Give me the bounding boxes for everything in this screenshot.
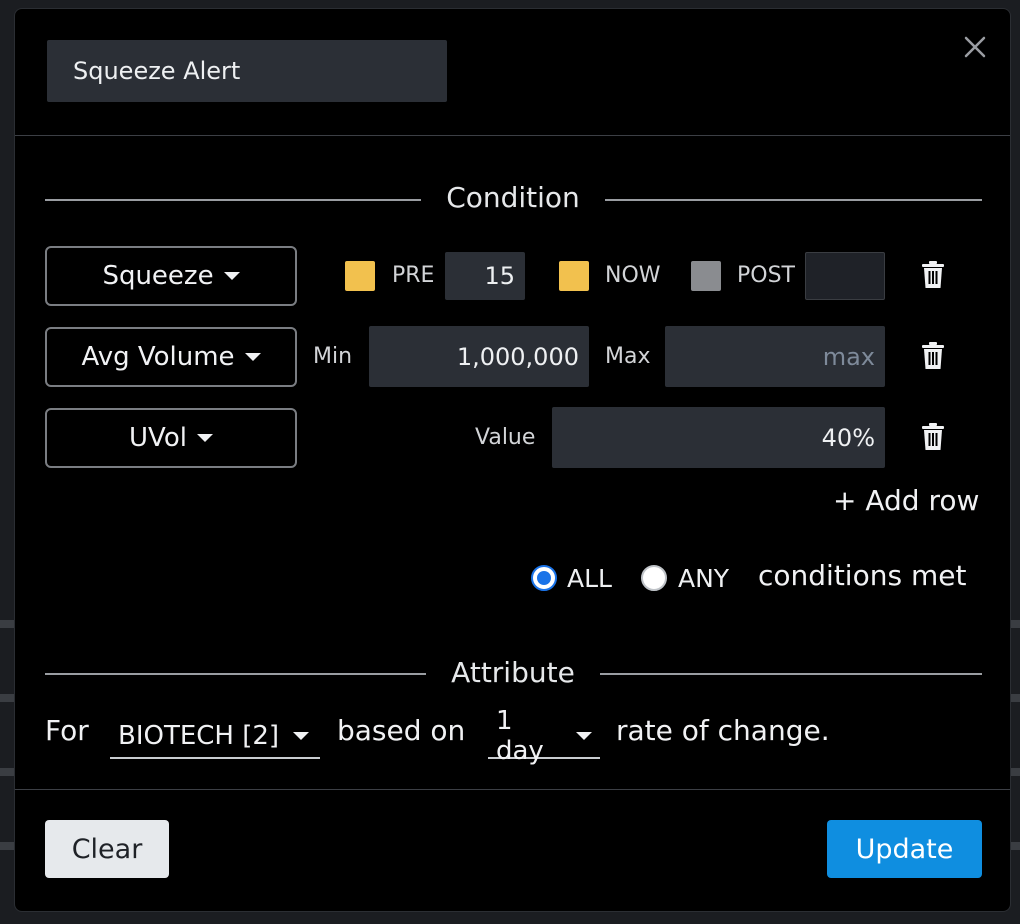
close-icon <box>964 36 986 58</box>
caret-down-icon <box>293 732 310 740</box>
backdrop-stripe <box>1011 842 1020 850</box>
section-rule <box>605 199 982 201</box>
condition-type-dropdown[interactable]: Avg Volume <box>45 327 297 387</box>
match-all-radio[interactable] <box>531 565 557 591</box>
caret-down-icon <box>244 353 261 361</box>
min-label: Min <box>313 344 353 369</box>
section-rule <box>600 673 982 675</box>
delete-row-icon[interactable] <box>921 261 945 289</box>
alert-modal: Condition Squeeze PRE NOW POST Avg Volum… <box>14 8 1011 912</box>
post-label: POST <box>737 263 795 288</box>
dropdown-label: UVol <box>129 423 187 453</box>
header-divider <box>15 135 1010 136</box>
backdrop-stripe <box>1011 694 1020 702</box>
match-all-label: ALL <box>567 564 612 593</box>
backdrop-stripe <box>1011 768 1020 776</box>
backdrop-stripe <box>0 620 14 628</box>
alert-name-input[interactable] <box>47 40 447 102</box>
section-rule <box>45 199 421 201</box>
match-any-label: ANY <box>678 564 730 593</box>
match-any-radio[interactable] <box>641 565 667 591</box>
attribute-suffix: rate of change. <box>616 714 830 747</box>
group-value: BIOTECH [2] <box>118 721 280 751</box>
caret-down-icon <box>196 434 213 442</box>
caret-down-icon <box>223 272 240 280</box>
attribute-prefix: For <box>45 714 89 747</box>
dropdown-label: Avg Volume <box>81 342 235 372</box>
section-rule <box>45 673 426 675</box>
group-dropdown[interactable]: BIOTECH [2] <box>110 715 320 759</box>
pre-label: PRE <box>392 263 435 288</box>
delete-row-icon[interactable] <box>921 423 945 451</box>
period-dropdown[interactable]: 1 day <box>488 706 600 766</box>
now-color-swatch[interactable] <box>559 261 589 291</box>
update-button[interactable]: Update <box>827 820 982 878</box>
pre-color-swatch[interactable] <box>345 261 375 291</box>
period-value: 1 day <box>496 706 544 766</box>
pre-input[interactable] <box>445 252 525 300</box>
now-label: NOW <box>605 263 661 288</box>
value-label: Value <box>475 425 536 450</box>
clear-button[interactable]: Clear <box>45 820 169 878</box>
attribute-middle: based on <box>337 714 466 747</box>
backdrop-stripe <box>1011 620 1020 628</box>
max-label: Max <box>605 344 651 369</box>
backdrop-stripe <box>0 842 14 850</box>
attribute-heading: Attribute <box>451 656 575 689</box>
add-row-button[interactable]: + Add row <box>833 484 979 517</box>
footer-divider <box>15 789 1010 790</box>
delete-row-icon[interactable] <box>921 342 945 370</box>
close-button[interactable] <box>959 31 991 63</box>
backdrop-stripe <box>0 768 14 776</box>
match-suffix: conditions met <box>758 559 967 592</box>
max-input[interactable] <box>665 326 885 387</box>
value-input[interactable] <box>552 407 885 468</box>
caret-down-icon <box>576 732 592 740</box>
condition-type-dropdown[interactable]: UVol <box>45 408 297 468</box>
dropdown-label: Squeeze <box>102 261 214 291</box>
condition-heading: Condition <box>446 181 580 214</box>
post-color-swatch[interactable] <box>691 261 721 291</box>
min-input[interactable] <box>369 326 589 387</box>
post-input[interactable] <box>805 252 885 300</box>
backdrop-stripe <box>0 694 14 702</box>
condition-type-dropdown[interactable]: Squeeze <box>45 246 297 306</box>
